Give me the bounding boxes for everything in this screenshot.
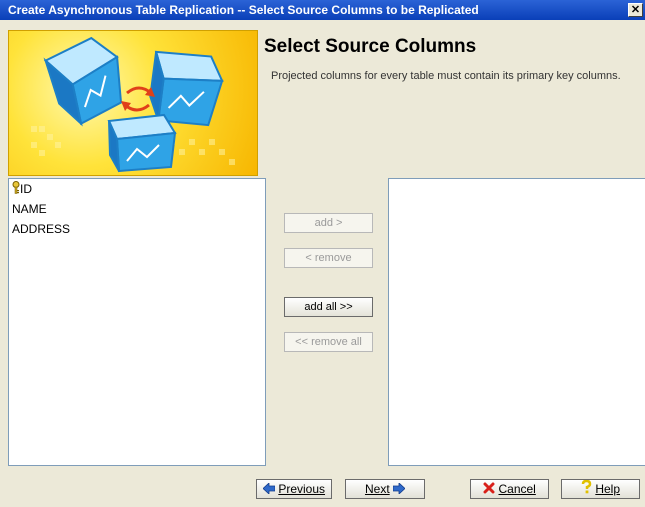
previous-button[interactable]: Previous (256, 479, 332, 499)
page-heading: Select Source Columns (264, 36, 477, 57)
red-x-icon (483, 481, 495, 499)
list-item[interactable]: ADDRESS (9, 219, 265, 239)
selected-columns-list[interactable] (388, 178, 645, 466)
help-label: Help (595, 482, 621, 496)
next-button[interactable]: Next (345, 479, 425, 499)
remove-all-button[interactable]: << remove all (284, 332, 373, 352)
arrow-right-icon (392, 481, 406, 499)
close-icon: ✕ (630, 4, 641, 16)
column-label: ID (20, 182, 32, 196)
replication-cubes-illustration (31, 36, 235, 173)
previous-label: Previous (278, 482, 326, 496)
key-icon (12, 180, 20, 200)
question-mark-icon (581, 480, 592, 499)
wizard-banner-image (8, 30, 258, 176)
page-description: Projected columns for every table must c… (271, 70, 621, 82)
list-item[interactable]: NAME (9, 199, 265, 219)
close-button[interactable]: ✕ (628, 3, 643, 17)
arrow-left-icon (262, 481, 276, 499)
window-title: Create Asynchronous Table Replication --… (8, 3, 479, 17)
title-bar: Create Asynchronous Table Replication --… (0, 0, 645, 20)
column-label: NAME (12, 202, 47, 216)
cancel-button[interactable]: Cancel (470, 479, 549, 499)
list-item[interactable]: ID (9, 179, 265, 199)
source-columns-list[interactable]: ID NAME ADDRESS (8, 178, 266, 466)
column-label: ADDRESS (12, 222, 71, 236)
add-button[interactable]: add > (284, 213, 373, 233)
remove-button[interactable]: < remove (284, 248, 373, 268)
add-all-button[interactable]: add all >> (284, 297, 373, 317)
help-button[interactable]: Help (561, 479, 640, 499)
cancel-label: Cancel (498, 482, 536, 496)
next-label: Next (364, 482, 390, 496)
